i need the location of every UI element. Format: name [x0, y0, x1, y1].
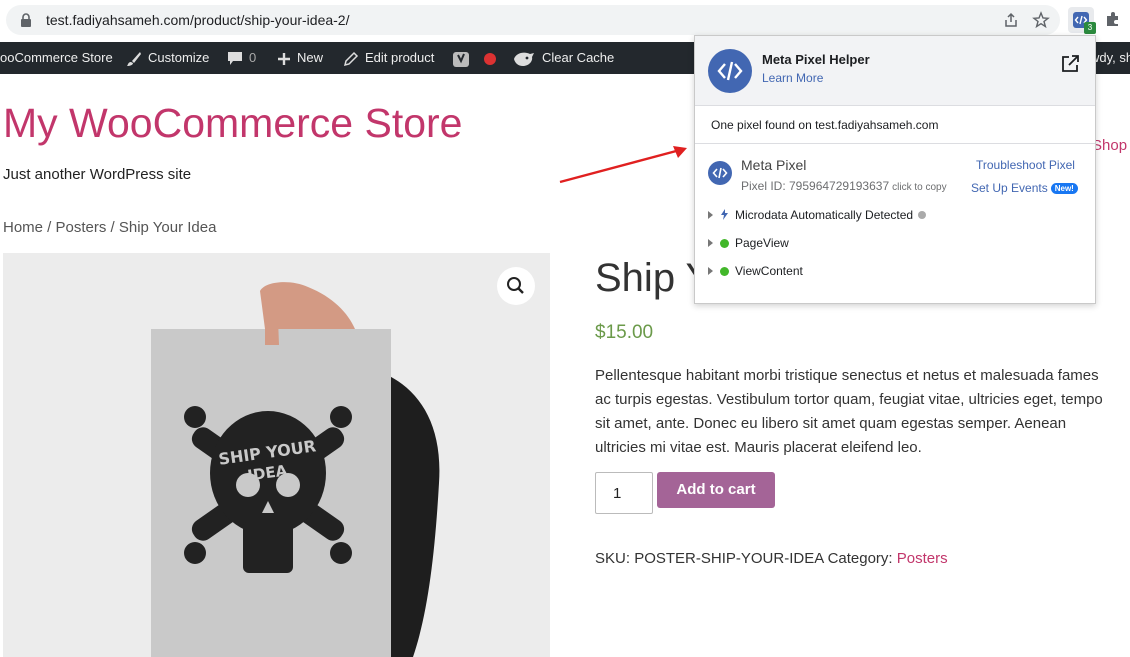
seo-status-dot [483, 52, 496, 65]
admin-bar-new[interactable]: New [277, 42, 323, 74]
expand-caret-icon[interactable] [708, 211, 713, 219]
learn-more-link[interactable]: Learn More [762, 71, 823, 85]
new-badge: New! [1050, 183, 1078, 194]
pencil-icon [343, 51, 359, 66]
popup-header: Meta Pixel Helper Learn More [695, 36, 1095, 106]
product-image[interactable]: SHIP YOUR IDEA [3, 253, 550, 657]
event-name: PageView [735, 236, 789, 250]
set-up-events-label[interactable]: Set Up Events [971, 181, 1048, 195]
pixel-id-value[interactable]: Pixel ID: 795964729193637 [741, 179, 889, 193]
plus-icon [278, 52, 290, 65]
admin-bar-site-name[interactable]: ooCommerce Store [0, 42, 113, 74]
open-external-icon[interactable] [1060, 54, 1080, 74]
browser-toolbar: test.fadiyahsameh.com/product/ship-your-… [0, 0, 1130, 40]
info-icon[interactable] [918, 211, 927, 219]
new-label: New [297, 50, 324, 65]
customize-label: Customize [148, 50, 210, 65]
poster-illustration: SHIP YOUR IDEA [151, 282, 440, 657]
sku-label: SKU: [595, 550, 631, 567]
brush-icon [127, 51, 141, 66]
pixel-name: Meta Pixel [741, 157, 807, 173]
cheetah-cache-icon [514, 52, 534, 66]
event-row-microdata[interactable]: Microdata Automatically Detected [708, 208, 927, 224]
admin-bar-howdy[interactable]: wdy, sh [1090, 42, 1130, 74]
set-up-events-link[interactable]: Set Up Events New! [971, 181, 1078, 195]
category-link[interactable]: Posters [897, 550, 948, 567]
site-tagline: Just another WordPress site [3, 166, 192, 183]
pixel-logo [708, 161, 732, 185]
admin-bar-edit-product[interactable]: Edit product [343, 42, 434, 74]
pixel-id[interactable]: Pixel ID: 795964729193637 click to copy [741, 179, 947, 193]
description-line: ultricies mi vitae est. Mauris placerat … [595, 439, 922, 456]
description-line: Pellentesque habitant morbi tristique se… [595, 367, 1099, 384]
zoom-button[interactable] [497, 267, 535, 305]
product-price: $15.00 [595, 322, 654, 343]
nav-shop-link[interactable]: Shop [1092, 137, 1127, 154]
product-meta: SKU: POSTER-SHIP-YOUR-IDEA Category: Pos… [595, 550, 948, 567]
expand-caret-icon[interactable] [708, 239, 713, 247]
description-line: ac turpis egestas. Vestibulum tortor qua… [595, 391, 1103, 408]
edit-product-label: Edit product [365, 50, 435, 65]
check-circle-icon [720, 267, 729, 276]
category-label: Category: [827, 550, 893, 567]
address-bar[interactable]: test.fadiyahsameh.com/product/ship-your-… [6, 5, 1060, 35]
share-icon[interactable] [1002, 11, 1020, 29]
event-name: ViewContent [735, 264, 803, 278]
event-name: Microdata Automatically Detected [735, 208, 914, 222]
description-line: sit amet, ante. Donec eu libero sit amet… [595, 415, 1067, 432]
admin-bar-customize[interactable]: Customize [126, 42, 209, 74]
admin-bar-comments[interactable]: 0 [227, 42, 256, 74]
click-to-copy-hint[interactable]: click to copy [892, 182, 946, 193]
troubleshoot-pixel-link[interactable]: Troubleshoot Pixel [976, 158, 1075, 172]
extensions-puzzle-icon[interactable] [1104, 10, 1122, 28]
code-icon [712, 167, 728, 179]
site-title[interactable]: My WooCommerce Store [3, 100, 462, 147]
admin-bar-yoast[interactable] [452, 42, 496, 74]
event-row-pageview[interactable]: PageView [708, 236, 789, 252]
pixel-helper-logo [708, 49, 752, 93]
url-text[interactable]: test.fadiyahsameh.com/product/ship-your-… [46, 12, 349, 28]
comment-count: 0 [249, 50, 257, 65]
bookmark-star-icon[interactable] [1032, 11, 1050, 29]
sku-value: POSTER-SHIP-YOUR-IDEA [634, 550, 824, 567]
lock-icon [21, 13, 31, 27]
pixel-helper-popup: Meta Pixel Helper Learn More One pixel f… [694, 35, 1096, 304]
code-icon [717, 61, 743, 81]
extension-count-badge: 3 [1084, 22, 1096, 34]
expand-caret-icon[interactable] [708, 267, 713, 275]
add-to-cart-button[interactable]: Add to cart [657, 472, 775, 508]
annotation-arrow [559, 146, 687, 184]
event-row-viewcontent[interactable]: ViewContent [708, 264, 803, 280]
popup-title: Meta Pixel Helper [762, 52, 870, 67]
divider [695, 143, 1095, 144]
magnifier-icon [507, 277, 524, 294]
check-circle-icon [720, 239, 729, 248]
admin-bar-clear-cache[interactable]: Clear Cache [512, 42, 614, 74]
breadcrumb[interactable]: Home / Posters / Ship Your Idea [3, 219, 216, 236]
comment-icon [228, 52, 242, 66]
yoast-seo-icon [453, 51, 469, 67]
product-description: Pellentesque habitant morbi tristique se… [595, 364, 1130, 460]
lightning-icon [721, 209, 728, 220]
pixels-found-text: One pixel found on test.fadiyahsameh.com [711, 118, 939, 132]
clear-cache-label: Clear Cache [542, 50, 615, 65]
quantity-input[interactable]: 1 [595, 472, 653, 514]
